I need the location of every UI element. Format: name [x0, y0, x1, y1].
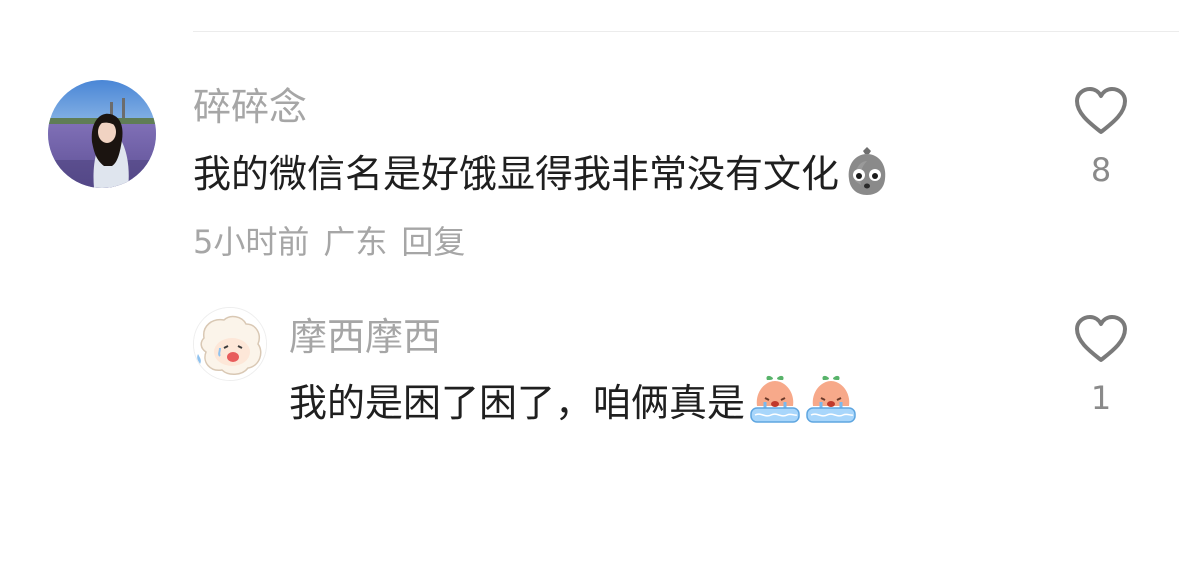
like-count: 1 [1090, 379, 1112, 417]
comment-text: 我的是困了困了，咱俩真是 [289, 375, 859, 426]
divider [193, 31, 1179, 32]
timestamp: 5小时前 [193, 223, 310, 261]
comment-text-content: 我的是困了困了，咱俩真是 [289, 381, 746, 425]
comment-meta: 5小时前 广东 回复 [193, 226, 465, 258]
crying-peach-emoji-icon [803, 372, 859, 434]
heart-icon[interactable] [1073, 315, 1129, 368]
comment-text: 我的微信名是好饿显得我非常没有文化 [193, 147, 893, 196]
heart-icon[interactable] [1073, 87, 1129, 140]
username[interactable]: 碎碎念 [193, 88, 307, 126]
avatar[interactable] [193, 307, 267, 381]
username[interactable]: 摩西摩西 [289, 318, 441, 356]
like-count: 8 [1090, 151, 1112, 189]
location: 广东 [323, 223, 388, 261]
sad-rock-emoji-icon [841, 145, 893, 203]
crying-peach-emoji-icon [747, 372, 803, 434]
comment-text-content: 我的微信名是好饿显得我非常没有文化 [193, 152, 840, 196]
like-button[interactable]: 8 [1071, 86, 1131, 186]
avatar[interactable] [48, 80, 156, 188]
reply-button[interactable]: 回复 [401, 226, 465, 258]
like-button[interactable]: 1 [1071, 314, 1131, 414]
